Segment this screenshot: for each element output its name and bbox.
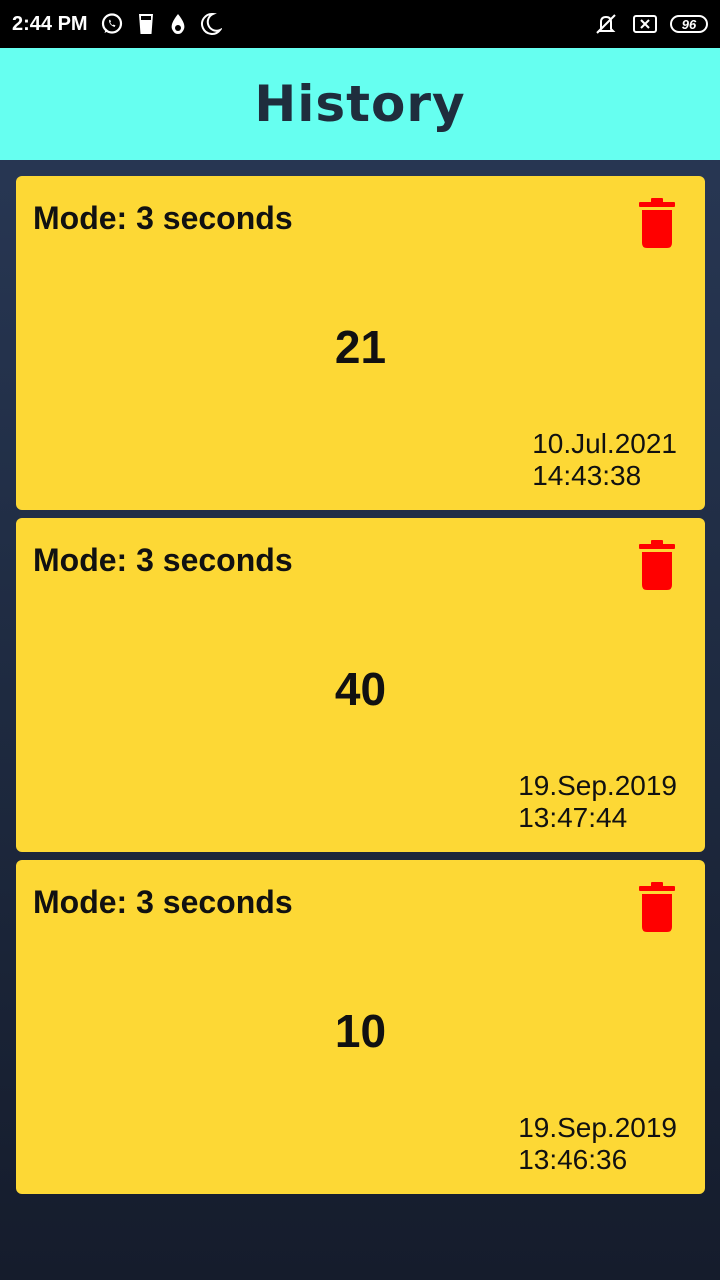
score-value: 40 — [334, 663, 387, 715]
close-box-icon — [632, 13, 658, 35]
mode-label: Mode: 3 seconds — [33, 200, 293, 236]
status-bar: 2:44 PM 96 — [0, 0, 720, 48]
page-title: History — [254, 75, 466, 133]
battery-indicator: 96 — [670, 15, 708, 33]
history-card: Mode: 3 seconds 40 19.Sep.2019 13:47:44 — [16, 518, 705, 852]
status-left: 2:44 PM — [12, 12, 222, 36]
delete-button[interactable] — [637, 540, 677, 590]
app-header: History — [0, 48, 720, 160]
history-card: Mode: 3 seconds 21 10.Jul.2021 14:43:38 — [16, 176, 705, 510]
glass-icon — [136, 12, 156, 36]
trash-icon — [639, 882, 675, 932]
time-text: 13:47:44 — [518, 802, 628, 833]
trash-icon — [639, 198, 675, 248]
score-value: 21 — [334, 321, 387, 373]
date-text: 19.Sep.2019 — [518, 770, 677, 801]
whatsapp-icon — [100, 12, 124, 36]
history-card: Mode: 3 seconds 10 19.Sep.2019 13:46:36 — [16, 860, 705, 1194]
mode-label: Mode: 3 seconds — [33, 884, 293, 920]
status-right: 96 — [594, 12, 708, 36]
history-list: Mode: 3 seconds 21 10.Jul.2021 14:43:38 … — [16, 176, 705, 1202]
date-text: 19.Sep.2019 — [518, 1112, 677, 1143]
status-time: 2:44 PM — [12, 12, 88, 35]
date-text: 10.Jul.2021 — [532, 428, 677, 459]
timestamp: 10.Jul.2021 14:43:38 — [532, 428, 677, 492]
mute-icon — [594, 12, 620, 36]
timestamp: 19.Sep.2019 13:46:36 — [518, 1112, 677, 1176]
delete-button[interactable] — [637, 882, 677, 932]
time-text: 13:46:36 — [518, 1144, 628, 1175]
moon-icon — [200, 12, 222, 36]
trash-icon — [639, 540, 675, 590]
drop-icon — [168, 12, 188, 36]
timestamp: 19.Sep.2019 13:47:44 — [518, 770, 677, 834]
score-value: 10 — [334, 1005, 387, 1057]
delete-button[interactable] — [637, 198, 677, 248]
time-text: 14:43:38 — [532, 460, 642, 491]
mode-label: Mode: 3 seconds — [33, 542, 293, 578]
